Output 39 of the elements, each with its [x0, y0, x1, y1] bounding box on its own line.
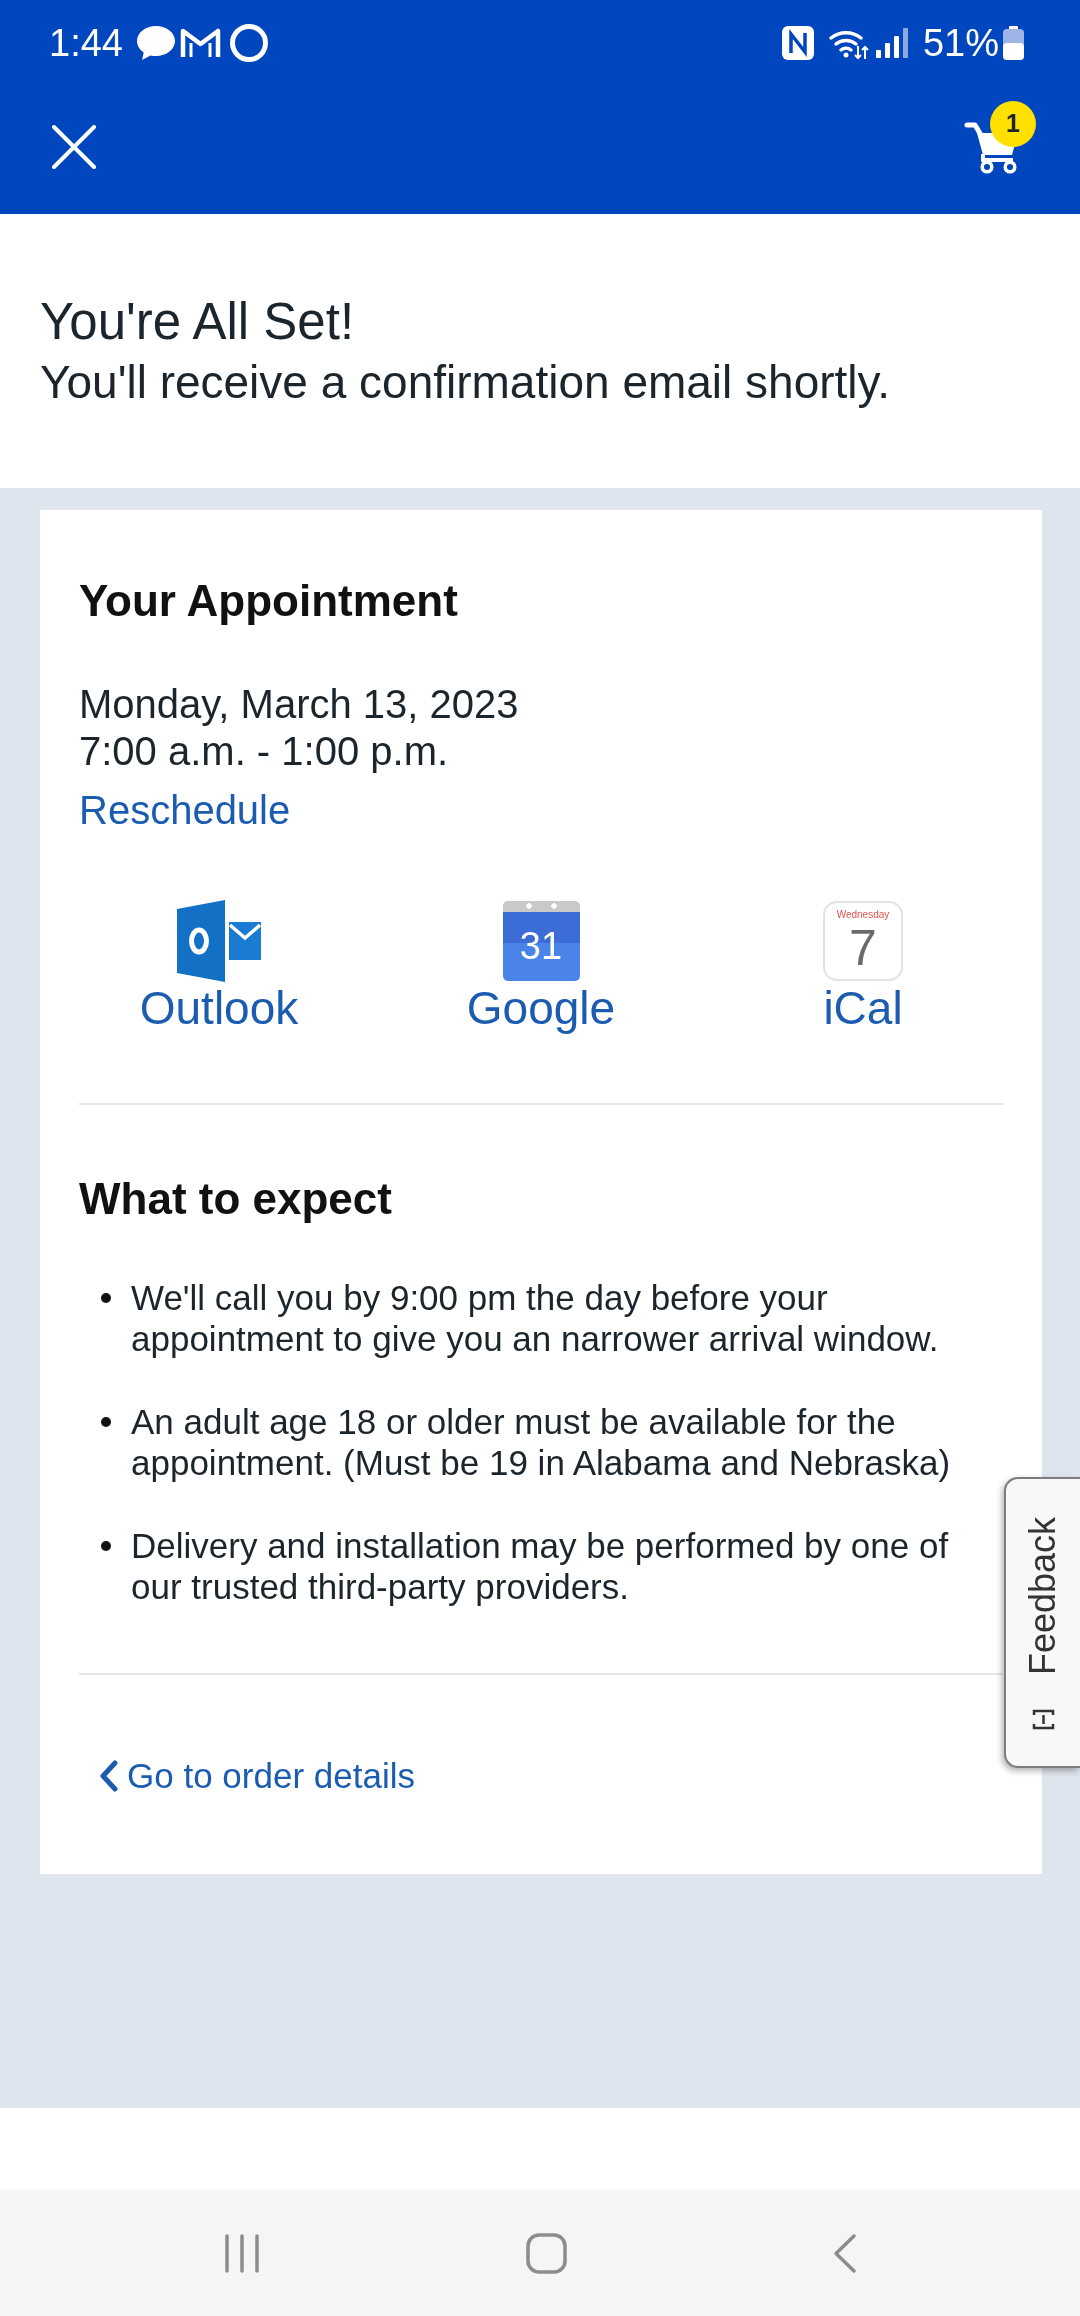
calendar-link[interactable]: Outlook	[139, 982, 299, 1034]
calendar-link[interactable]: Google	[466, 982, 616, 1034]
bullet-icon	[101, 1293, 111, 1303]
calendar-weekday: Wednesday	[836, 909, 890, 921]
cart-count-badge: 1	[990, 100, 1036, 147]
battery-percent: 51%	[922, 20, 999, 65]
appointment-date: Monday, March 13, 2023	[79, 681, 520, 728]
expectation-text: Delivery and installation may be performed by one of our trusted third-party providers.	[131, 1525, 950, 1607]
section-heading: Your Appointment	[79, 575, 459, 627]
confirmation-title: You're All Set!	[40, 293, 356, 351]
appointment-time: 7:00 a.m. - 1:00 p.m.	[79, 728, 450, 775]
bullet-icon	[101, 1417, 111, 1427]
status-time: 1:44	[49, 20, 123, 65]
expectation-text: We'll call you by 9:00 pm the day before your appointment to give you an narrower arrival window.	[131, 1277, 940, 1359]
nfc-icon	[781, 25, 814, 60]
home-icon[interactable]	[525, 2232, 567, 2274]
section-heading: What to expect	[79, 1173, 393, 1225]
calendar-date: 7	[849, 921, 877, 975]
order-details-link[interactable]: Go to order details	[99, 1755, 415, 1796]
recent-apps-icon[interactable]	[223, 2232, 260, 2274]
feedback-tab[interactable]: Feedback	[1004, 1477, 1080, 1768]
close-icon[interactable]	[52, 124, 96, 169]
calendar-date: 31	[519, 926, 563, 966]
mail-app-icon[interactable]	[177, 900, 261, 982]
feedback-icon	[1030, 1709, 1056, 1731]
back-icon[interactable]	[832, 2232, 857, 2274]
bullet-icon	[101, 1541, 111, 1551]
signal-icon	[875, 27, 909, 58]
expectation-text: An adult age 18 or older must be available for the appointment. (Must be 19 in Alabama and Nebraska)	[131, 1401, 952, 1483]
mail-icon	[179, 26, 221, 59]
calendar-icon[interactable]: Wednesday 7	[823, 901, 903, 981]
ring-icon	[228, 22, 269, 63]
battery-icon	[1003, 25, 1024, 60]
chat-icon	[135, 24, 175, 61]
confirmation-message: You'll receive a confirmation email shortly.	[40, 355, 891, 410]
calendar-link[interactable]: iCal	[823, 982, 903, 1034]
chevron-left-icon	[99, 1759, 118, 1792]
calendar-icon[interactable]: 31	[502, 901, 580, 981]
reschedule-link[interactable]: Reschedule	[79, 787, 291, 834]
